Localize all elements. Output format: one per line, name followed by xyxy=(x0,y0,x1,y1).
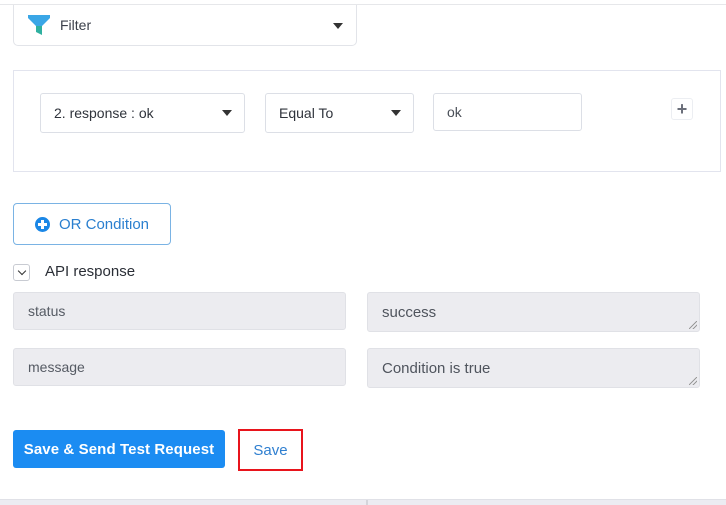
condition-value-input[interactable]: ok xyxy=(433,93,582,131)
condition-group: 2. response : ok Equal To ok + xyxy=(13,70,721,172)
response-key-field: message xyxy=(13,348,346,386)
response-value-field[interactable]: success xyxy=(367,292,700,332)
response-key-field: status xyxy=(13,292,346,330)
response-value-text: Condition is true xyxy=(382,359,491,377)
save-button[interactable]: Save xyxy=(238,429,303,471)
or-condition-button[interactable]: OR Condition xyxy=(13,203,171,245)
bottom-divider xyxy=(0,499,726,505)
add-condition-button[interactable]: + xyxy=(671,98,693,120)
column-divider xyxy=(366,500,368,505)
plus-circle-icon xyxy=(34,216,50,232)
filter-dropdown[interactable]: Filter xyxy=(13,5,357,46)
resize-handle-icon[interactable] xyxy=(689,377,697,385)
response-value-field[interactable]: Condition is true xyxy=(367,348,700,388)
filter-funnel-icon xyxy=(28,13,50,37)
response-value-text: success xyxy=(382,303,437,321)
condition-field-select[interactable]: 2. response : ok xyxy=(40,93,245,133)
save-and-send-test-request-button[interactable]: Save & Send Test Request xyxy=(13,430,225,468)
api-response-title: API response xyxy=(45,263,136,280)
api-response-toggle[interactable] xyxy=(13,264,30,281)
caret-down-icon xyxy=(222,110,232,116)
condition-operator-value: Equal To xyxy=(279,105,334,121)
chevron-down-icon xyxy=(17,266,26,276)
caret-down-icon xyxy=(333,23,343,29)
caret-down-icon xyxy=(391,110,401,116)
filter-label: Filter xyxy=(60,17,92,33)
or-condition-label: OR Condition xyxy=(58,215,150,233)
resize-handle-icon[interactable] xyxy=(689,321,697,329)
condition-field-value: 2. response : ok xyxy=(54,105,154,121)
condition-operator-select[interactable]: Equal To xyxy=(265,93,414,133)
